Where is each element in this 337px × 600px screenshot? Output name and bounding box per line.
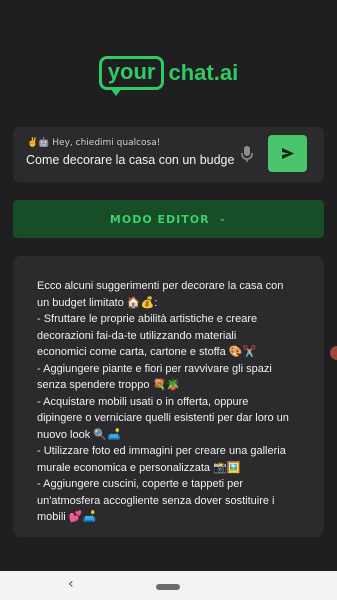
prompt-input[interactable] <box>26 153 234 167</box>
answer-line: un'atmosfera accogliente senza dover sos… <box>37 494 275 507</box>
app-logo: your chat.ai <box>0 56 337 96</box>
send-button[interactable] <box>268 135 307 172</box>
answer-line: - Aggiungere cuscini, coperte e tappeti … <box>37 478 244 490</box>
answer-line: mobili 💕🛋️ <box>37 511 97 523</box>
answer-line: dipingere o verniciare quelli esistenti … <box>37 412 289 424</box>
answer-line: - Sfruttare le proprie abilità artistich… <box>37 313 258 325</box>
answer-line: nuovo look 🔍🛋️ <box>37 428 121 441</box>
chevron-down-icon: ⌄ <box>218 214 228 224</box>
editor-mode-label: MODO EDITOR <box>109 212 210 226</box>
answer-line: Ecco alcuni suggerimenti per decorare la… <box>37 280 284 292</box>
system-navbar: ‹ <box>0 571 337 600</box>
back-icon[interactable]: ‹ <box>68 576 74 592</box>
logo-your: your <box>98 56 165 96</box>
answer-line: un budget limitato 🏠💰: <box>37 296 158 309</box>
answer-line: - Aggiungere piante e fiori per ravvivar… <box>37 362 272 375</box>
mic-icon[interactable] <box>241 145 253 163</box>
prompt-hint: ✌️🤖 Hey, chiedimi qualcosa! <box>27 138 161 148</box>
floating-bubble[interactable] <box>330 346 337 360</box>
answer-line: - Utilizzare foto ed immagini per creare… <box>37 445 286 457</box>
answer-line: - Acquistare mobili usati o in offerta, … <box>37 395 249 408</box>
editor-mode-button[interactable]: MODO EDITOR ⌄ <box>13 200 324 238</box>
answer-line: senza spendere troppo 💐🪴 <box>37 379 180 391</box>
answer-card: Ecco alcuni suggerimenti per decorare la… <box>13 256 324 537</box>
send-icon <box>281 144 294 163</box>
answer-line: decorazioni fai-da-te utilizzando materi… <box>37 329 237 342</box>
prompt-card: ✌️🤖 Hey, chiedimi qualcosa! <box>13 127 324 182</box>
answer-line: murale economica e personalizzata 📸🖼️ <box>37 461 241 474</box>
logo-chat-ai: chat.ai <box>168 60 239 85</box>
answer-line: economici come carta, cartone e stoffa 🎨… <box>37 346 257 358</box>
home-pill[interactable] <box>156 584 180 590</box>
